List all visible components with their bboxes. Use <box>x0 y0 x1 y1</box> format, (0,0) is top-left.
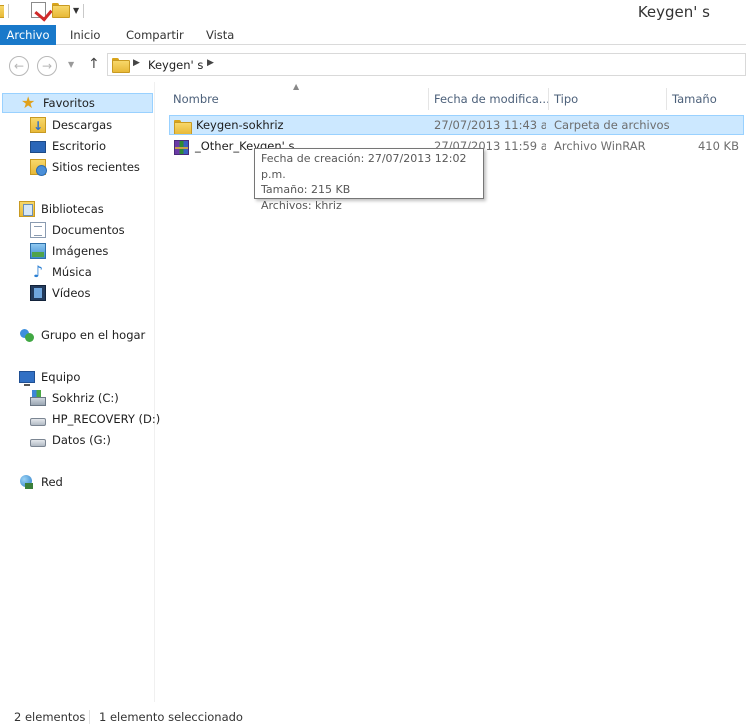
nav-red[interactable]: Red <box>19 472 63 492</box>
drive-icon <box>30 439 46 447</box>
column-header-tipo[interactable]: Tipo <box>548 88 666 110</box>
title-bar: ▼ Keygen' s <box>0 0 746 25</box>
system-drive-icon <box>30 389 46 406</box>
documents-icon <box>30 222 46 238</box>
file-type: Archivo WinRAR <box>554 139 646 153</box>
nav-equipo[interactable]: Equipo <box>19 367 80 387</box>
nav-item-musica[interactable]: ♪ Música <box>30 262 92 282</box>
music-icon: ♪ <box>32 262 44 281</box>
status-divider <box>89 710 90 724</box>
nav-label: Datos (G:) <box>52 433 111 447</box>
videos-icon <box>30 285 46 301</box>
libraries-icon <box>19 201 35 217</box>
computer-icon <box>19 371 35 386</box>
toolbar-separator <box>83 3 85 18</box>
homegroup-icon <box>19 327 35 343</box>
nav-grupo-en-el-hogar[interactable]: Grupo en el hogar <box>19 325 145 345</box>
column-header-fecha[interactable]: Fecha de modifica... <box>428 88 548 110</box>
folder-icon <box>112 57 130 73</box>
status-item-count: 2 elementos <box>14 710 86 724</box>
file-type: Carpeta de archivos <box>554 118 670 132</box>
tab-vista[interactable]: Vista <box>206 25 234 45</box>
nav-item-drive-d[interactable]: HP_RECOVERY (D:) <box>30 409 160 429</box>
column-header-label: Fecha de modifica... <box>434 92 548 106</box>
status-selection: 1 elemento seleccionado <box>99 710 243 724</box>
navigation-pane: ★ Favoritos Descargas Escritorio Sitios … <box>0 82 160 702</box>
nav-label: Vídeos <box>52 286 91 300</box>
folder-icon <box>174 119 192 134</box>
nav-label: Equipo <box>41 370 81 384</box>
address-bar[interactable]: ▶ Keygen' s ▶ <box>107 53 746 76</box>
pictures-icon <box>30 243 46 259</box>
column-header-label: Tipo <box>554 92 579 106</box>
back-button[interactable]: ← <box>9 56 29 76</box>
downloads-icon <box>30 116 46 136</box>
nav-label: Documentos <box>52 223 125 237</box>
file-row[interactable]: Keygen-sokhriz 27/07/2013 11:43 a... Car… <box>169 115 744 135</box>
file-info-tooltip: Fecha de creación: 27/07/2013 12:02 p.m.… <box>254 148 484 212</box>
navigation-bar: ← → ▼ ↑ ▶ Keygen' s ▶ <box>0 46 746 82</box>
file-name: Keygen-sokhriz <box>196 118 284 132</box>
recent-places-icon <box>30 159 47 176</box>
customize-toolbar-icon[interactable]: ▼ <box>73 6 79 15</box>
toolbar-separator <box>8 3 9 18</box>
column-header-label: Nombre <box>173 92 219 106</box>
tab-compartir[interactable]: Compartir <box>126 25 184 45</box>
desktop-icon <box>30 141 46 153</box>
nav-item-drive-g[interactable]: Datos (G:) <box>30 430 111 450</box>
drive-icon <box>30 418 46 426</box>
breadcrumb-chevron-icon[interactable]: ▶ <box>133 58 140 68</box>
nav-item-escritorio[interactable]: Escritorio <box>30 136 106 156</box>
network-icon <box>19 474 35 490</box>
nav-label: Escritorio <box>52 139 107 153</box>
nav-item-videos[interactable]: Vídeos <box>30 283 90 303</box>
file-size: 410 KB <box>697 139 739 153</box>
star-icon: ★ <box>21 93 36 112</box>
quick-access-toolbar: ▼ <box>0 2 85 19</box>
column-header-nombre[interactable]: Nombre <box>168 88 428 110</box>
nav-label: Favoritos <box>43 96 95 110</box>
winrar-archive-icon <box>174 139 189 155</box>
nav-favoritos[interactable]: ★ Favoritos <box>2 93 153 113</box>
ribbon-tabs: Archivo Inicio Compartir Vista <box>0 25 746 45</box>
folder-icon <box>0 2 4 19</box>
tooltip-files: Archivos: khriz <box>261 198 342 212</box>
file-name-cell: Keygen-sokhriz <box>174 116 284 134</box>
nav-item-descargas[interactable]: Descargas <box>30 115 113 136</box>
tab-inicio[interactable]: Inicio <box>70 25 100 45</box>
nav-item-sitios-recientes[interactable]: Sitios recientes <box>30 157 140 177</box>
nav-bibliotecas[interactable]: Bibliotecas <box>19 199 104 219</box>
up-button[interactable]: ↑ <box>88 56 100 72</box>
nav-label: Bibliotecas <box>41 202 104 216</box>
new-folder-icon[interactable] <box>52 2 70 19</box>
sort-ascending-icon: ▲ <box>293 82 300 91</box>
tab-archivo[interactable]: Archivo <box>0 25 56 45</box>
recent-locations-dropdown[interactable]: ▼ <box>68 60 74 69</box>
properties-icon[interactable] <box>31 2 48 19</box>
column-header-tamano[interactable]: Tamaño <box>666 88 744 110</box>
nav-label: Música <box>52 265 92 279</box>
nav-label: Grupo en el hogar <box>41 328 146 342</box>
breadcrumb-current[interactable]: Keygen' s <box>148 58 203 72</box>
nav-label: Red <box>41 475 63 489</box>
tooltip-size: Tamaño: 215 KB <box>261 183 351 196</box>
nav-item-documentos[interactable]: Documentos <box>30 220 125 240</box>
forward-button[interactable]: → <box>37 56 57 76</box>
tooltip-created: Fecha de creación: 27/07/2013 12:02 p.m. <box>261 152 467 181</box>
column-header-label: Tamaño <box>672 92 717 106</box>
nav-label: Descargas <box>52 118 113 132</box>
nav-label: HP_RECOVERY (D:) <box>52 412 161 426</box>
nav-label: Sokhriz (C:) <box>52 391 119 405</box>
nav-label: Sitios recientes <box>52 160 140 174</box>
nav-item-imagenes[interactable]: Imágenes <box>30 241 108 261</box>
nav-item-drive-c[interactable]: Sokhriz (C:) <box>30 388 119 408</box>
status-bar: 2 elementos 1 elemento seleccionado <box>0 702 746 728</box>
breadcrumb-chevron-icon[interactable]: ▶ <box>207 58 214 68</box>
nav-label: Imágenes <box>52 244 109 258</box>
file-date: 27/07/2013 11:43 a... <box>434 118 546 132</box>
window-title: Keygen' s <box>637 3 710 21</box>
